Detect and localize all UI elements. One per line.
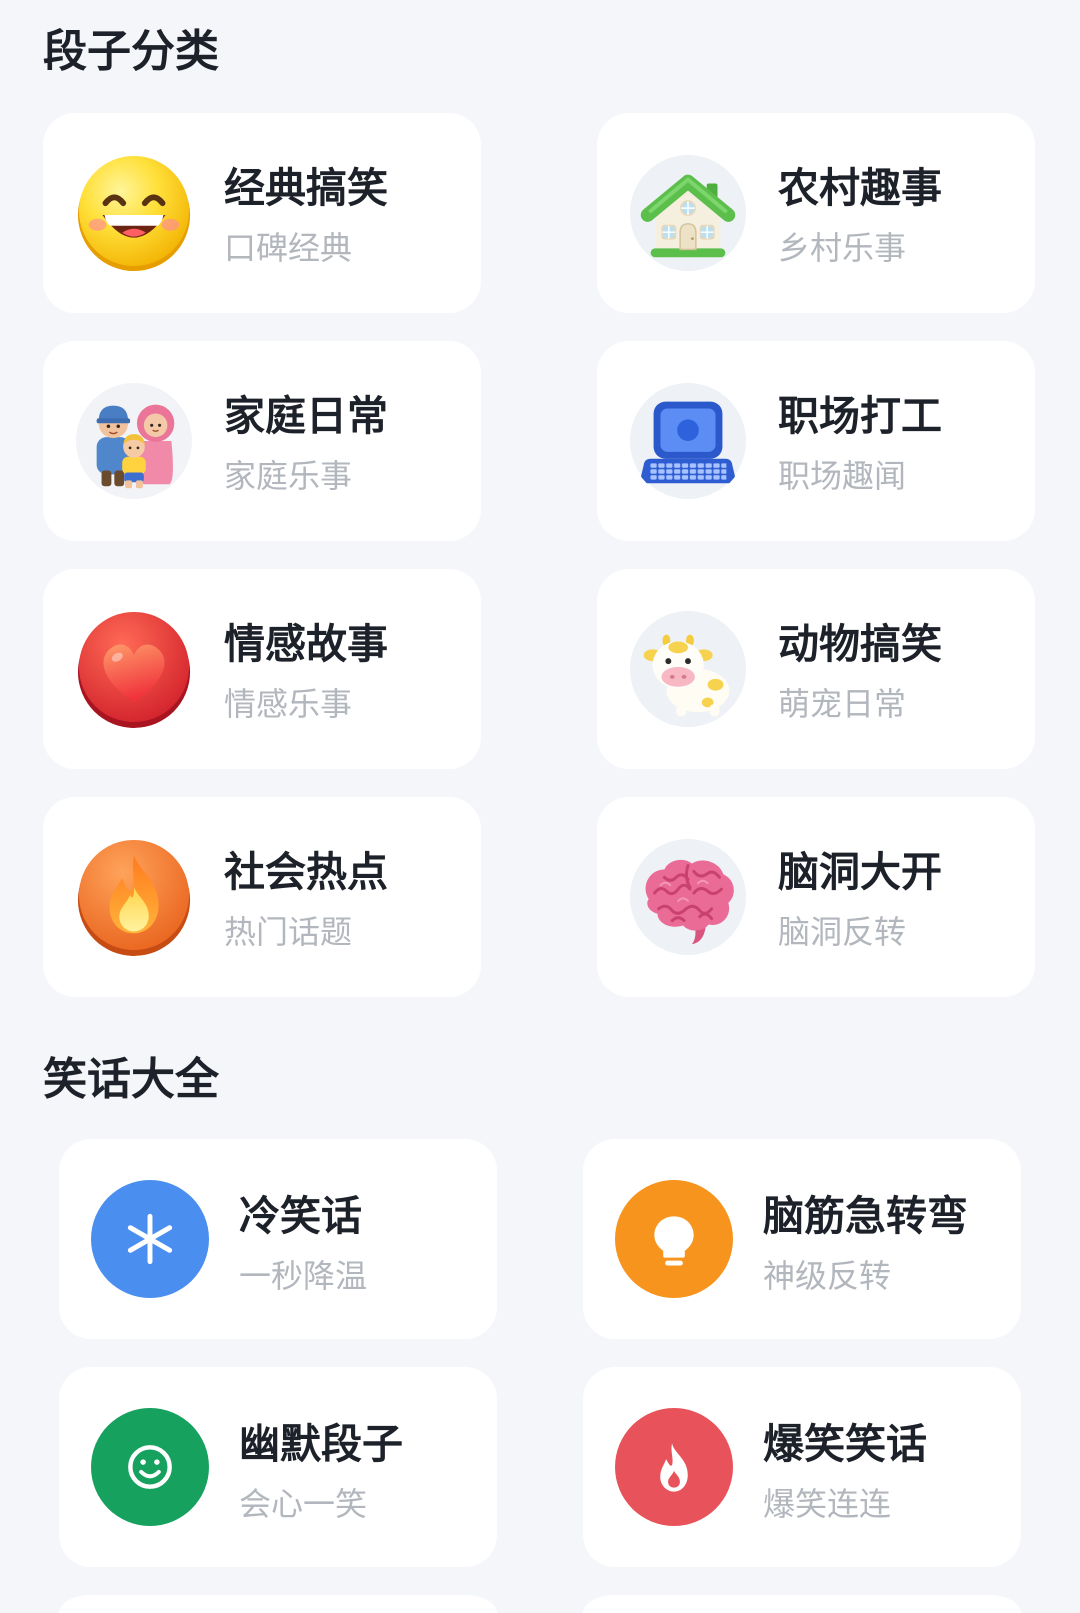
brain-icon xyxy=(629,838,747,956)
card-title: 脑筋急转弯 xyxy=(763,1193,968,1239)
card-title: 经典搞笑 xyxy=(224,165,388,211)
card-subtitle: 会心一笑 xyxy=(239,1486,368,1522)
card-title: 爆笑笑话 xyxy=(763,1421,927,1467)
card-subtitle: 脑洞反转 xyxy=(778,914,907,950)
flame-icon xyxy=(615,1408,733,1526)
section-title-joke-categories: 段子分类 xyxy=(43,27,219,76)
card-hilarious-jokes[interactable]: 爆笑笑话 爆笑连连 xyxy=(583,1367,1021,1567)
card-animal-funny[interactable]: 动物搞笑 萌宠日常 xyxy=(597,569,1035,769)
house-icon xyxy=(629,154,747,272)
card-subtitle: 口碑经典 xyxy=(224,230,353,266)
partial-card-right[interactable] xyxy=(583,1595,1021,1613)
card-subtitle: 萌宠日常 xyxy=(778,686,907,722)
card-workplace[interactable]: 职场打工 职场趣闻 xyxy=(597,341,1035,541)
card-rural-stories[interactable]: 农村趣事 乡村乐事 xyxy=(597,113,1035,313)
card-subtitle: 爆笑连连 xyxy=(763,1486,892,1522)
fire-icon xyxy=(75,838,193,956)
card-subtitle: 家庭乐事 xyxy=(224,458,353,494)
section-title-joke-collection: 笑话大全 xyxy=(43,1055,219,1104)
card-title: 社会热点 xyxy=(224,849,388,895)
card-title: 职场打工 xyxy=(778,393,942,439)
card-title: 情感故事 xyxy=(224,621,388,667)
card-subtitle: 乡村乐事 xyxy=(778,230,907,266)
card-subtitle: 职场趣闻 xyxy=(778,458,907,494)
card-brain-teasers[interactable]: 脑筋急转弯 神级反转 xyxy=(583,1139,1021,1339)
card-title: 农村趣事 xyxy=(778,165,942,211)
family-icon xyxy=(75,382,193,500)
card-subtitle: 热门话题 xyxy=(224,914,353,950)
card-subtitle: 神级反转 xyxy=(763,1258,892,1294)
card-classic-funny[interactable]: 经典搞笑 口碑经典 xyxy=(43,113,481,313)
card-emotional-stories[interactable]: 情感故事 情感乐事 xyxy=(43,569,481,769)
card-subtitle: 情感乐事 xyxy=(224,686,353,722)
heart-icon xyxy=(75,610,193,728)
laptop-icon xyxy=(629,382,747,500)
card-cold-jokes[interactable]: 冷笑话 一秒降温 xyxy=(59,1139,497,1339)
card-title: 幽默段子 xyxy=(239,1421,403,1467)
card-title: 冷笑话 xyxy=(239,1193,362,1239)
card-title: 动物搞笑 xyxy=(778,621,942,667)
lightbulb-icon xyxy=(615,1180,733,1298)
page: 段子分类 经典搞笑 口碑经典 农村趣事 乡村乐事 家庭日常 家庭乐事 职场打工 … xyxy=(0,0,1080,1613)
partial-card-left[interactable] xyxy=(59,1595,497,1613)
card-title: 脑洞大开 xyxy=(778,849,942,895)
card-humor-jokes[interactable]: 幽默段子 会心一笑 xyxy=(59,1367,497,1567)
snowflake-icon xyxy=(91,1180,209,1298)
card-brainstorm[interactable]: 脑洞大开 脑洞反转 xyxy=(597,797,1035,997)
cow-icon xyxy=(629,610,747,728)
smiley-icon xyxy=(91,1408,209,1526)
laughing-face-icon xyxy=(75,154,193,272)
card-subtitle: 一秒降温 xyxy=(239,1258,368,1294)
card-title: 家庭日常 xyxy=(224,393,388,439)
card-social-hot-topics[interactable]: 社会热点 热门话题 xyxy=(43,797,481,997)
card-family-daily[interactable]: 家庭日常 家庭乐事 xyxy=(43,341,481,541)
